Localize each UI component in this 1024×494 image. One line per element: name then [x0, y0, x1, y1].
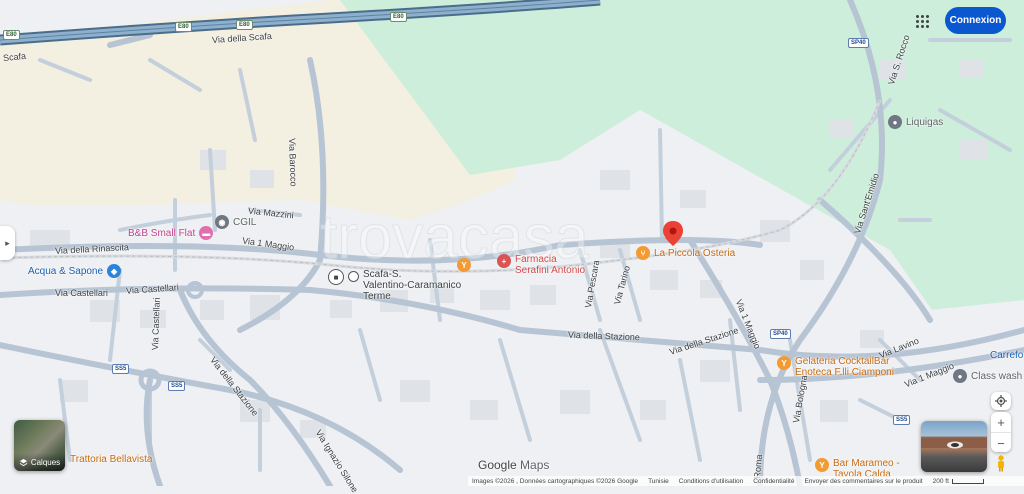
apps-grid-icon[interactable] — [912, 11, 932, 31]
train-icon: ■ — [328, 269, 344, 285]
poi-acqua-sapone[interactable]: Acqua & Sapone ◆ — [28, 264, 122, 278]
terms-link[interactable]: Conditions d'utilisation — [679, 478, 743, 485]
poi-label: B&B Small Flat — [128, 227, 196, 239]
bus-icon — [348, 271, 359, 282]
poi-train-station[interactable]: ■ Scafa-S. Valentino-Caramanico Terme — [328, 269, 461, 302]
poi-label: Farmacia Serafini Antonio — [515, 254, 586, 276]
cocktail-icon: Y — [777, 356, 791, 370]
street-view-preview[interactable] — [921, 421, 987, 472]
layers-icon — [19, 458, 28, 466]
poi-carrefour[interactable]: Carrefo — [990, 350, 1023, 361]
shopping-bag-icon: ◆ — [107, 264, 122, 278]
poi-label: CGIL — [233, 216, 257, 228]
poi-label: Carrefo — [990, 350, 1024, 361]
e80-shield: E80 — [3, 30, 20, 40]
poi-bb-small-flat[interactable]: B&B Small Flat ▬ — [128, 226, 214, 240]
ss5-shield: SS5 — [112, 364, 130, 374]
sp40-shield: SP40 — [770, 329, 791, 339]
scale-bar[interactable]: 200 ft — [933, 478, 984, 485]
e80-shield: E80 — [236, 20, 253, 30]
zoom-controls: + − — [991, 412, 1011, 452]
country-link[interactable]: Tunisie — [648, 478, 669, 485]
zoom-in-button[interactable]: + — [991, 412, 1011, 432]
pegman-icon[interactable] — [995, 455, 1007, 472]
poi-label: Trattoria Bellavista — [70, 454, 153, 465]
road-label: Via Barocco — [287, 138, 299, 187]
feedback-link[interactable]: Envoyer des commentaires sur le produit — [804, 478, 922, 485]
location-dot-icon: ● — [888, 115, 902, 129]
e80-shield: E80 — [390, 12, 407, 22]
car-wash-icon: ● — [953, 369, 967, 383]
my-location-icon — [995, 395, 1007, 407]
restaurant-icon: ⑂ — [636, 246, 650, 260]
sp40-shield: SP40 — [848, 38, 869, 48]
zoom-out-button[interactable]: − — [991, 432, 1011, 453]
poi-liquigas[interactable]: ● Liquigas — [888, 115, 943, 129]
privacy-link[interactable]: Confidentialité — [753, 478, 794, 485]
poi-farmacia[interactable]: + Farmacia Serafini Antonio — [497, 254, 585, 276]
e80-shield: E80 — [175, 22, 192, 32]
poi-label: Class wash — [971, 370, 1023, 382]
building-icon: ◉ — [215, 215, 229, 229]
poi-bar-marker[interactable]: Y — [457, 258, 471, 272]
google-maps-logo: Google Maps — [478, 458, 550, 472]
expand-side-panel-button[interactable]: ▸ — [0, 226, 15, 260]
layers-label: Calques — [30, 457, 61, 467]
cocktail-icon: Y — [457, 258, 471, 272]
layers-button[interactable]: Calques — [14, 420, 65, 471]
poi-class-wash[interactable]: ● Class wash — [953, 369, 1022, 383]
poi-label: Gelateria CocktailBar Enoteca F.lli Ciam… — [795, 356, 894, 378]
street-view-thumbnail — [921, 438, 987, 449]
poi-trattoria-bellavista[interactable]: Trattoria Bellavista — [70, 454, 152, 465]
road-label: Via Castellari — [55, 288, 108, 298]
poi-label: Scafa-S. Valentino-Caramanico Terme — [363, 269, 462, 302]
map-canvas[interactable]: trovacasa — [0, 0, 1024, 486]
pharmacy-icon: + — [497, 254, 511, 268]
my-location-button[interactable] — [991, 392, 1011, 410]
poi-label: La Piccola Osteria — [654, 247, 736, 259]
poi-gelateria[interactable]: Y Gelateria CocktailBar Enoteca F.lli Ci… — [777, 356, 894, 378]
ss5-shield: SS5 — [168, 381, 186, 391]
poi-label: Liquigas — [906, 116, 944, 128]
road-label: Via Castellari — [150, 297, 162, 351]
poi-la-piccola-osteria[interactable]: ⑂ La Piccola Osteria — [636, 246, 735, 260]
poi-cgil[interactable]: ◉ CGIL — [215, 215, 256, 229]
bed-icon: ▬ — [199, 226, 214, 240]
poi-label: Acqua & Sapone — [28, 265, 104, 277]
attribution-text: Images ©2026 , Données cartographiques ©… — [472, 477, 639, 485]
connexion-button[interactable]: Connexion — [945, 7, 1006, 34]
map-footer: Images ©2026 , Données cartographiques ©… — [468, 476, 1024, 486]
cocktail-icon: Y — [815, 458, 829, 472]
ss5-shield: SS5 — [893, 415, 911, 425]
